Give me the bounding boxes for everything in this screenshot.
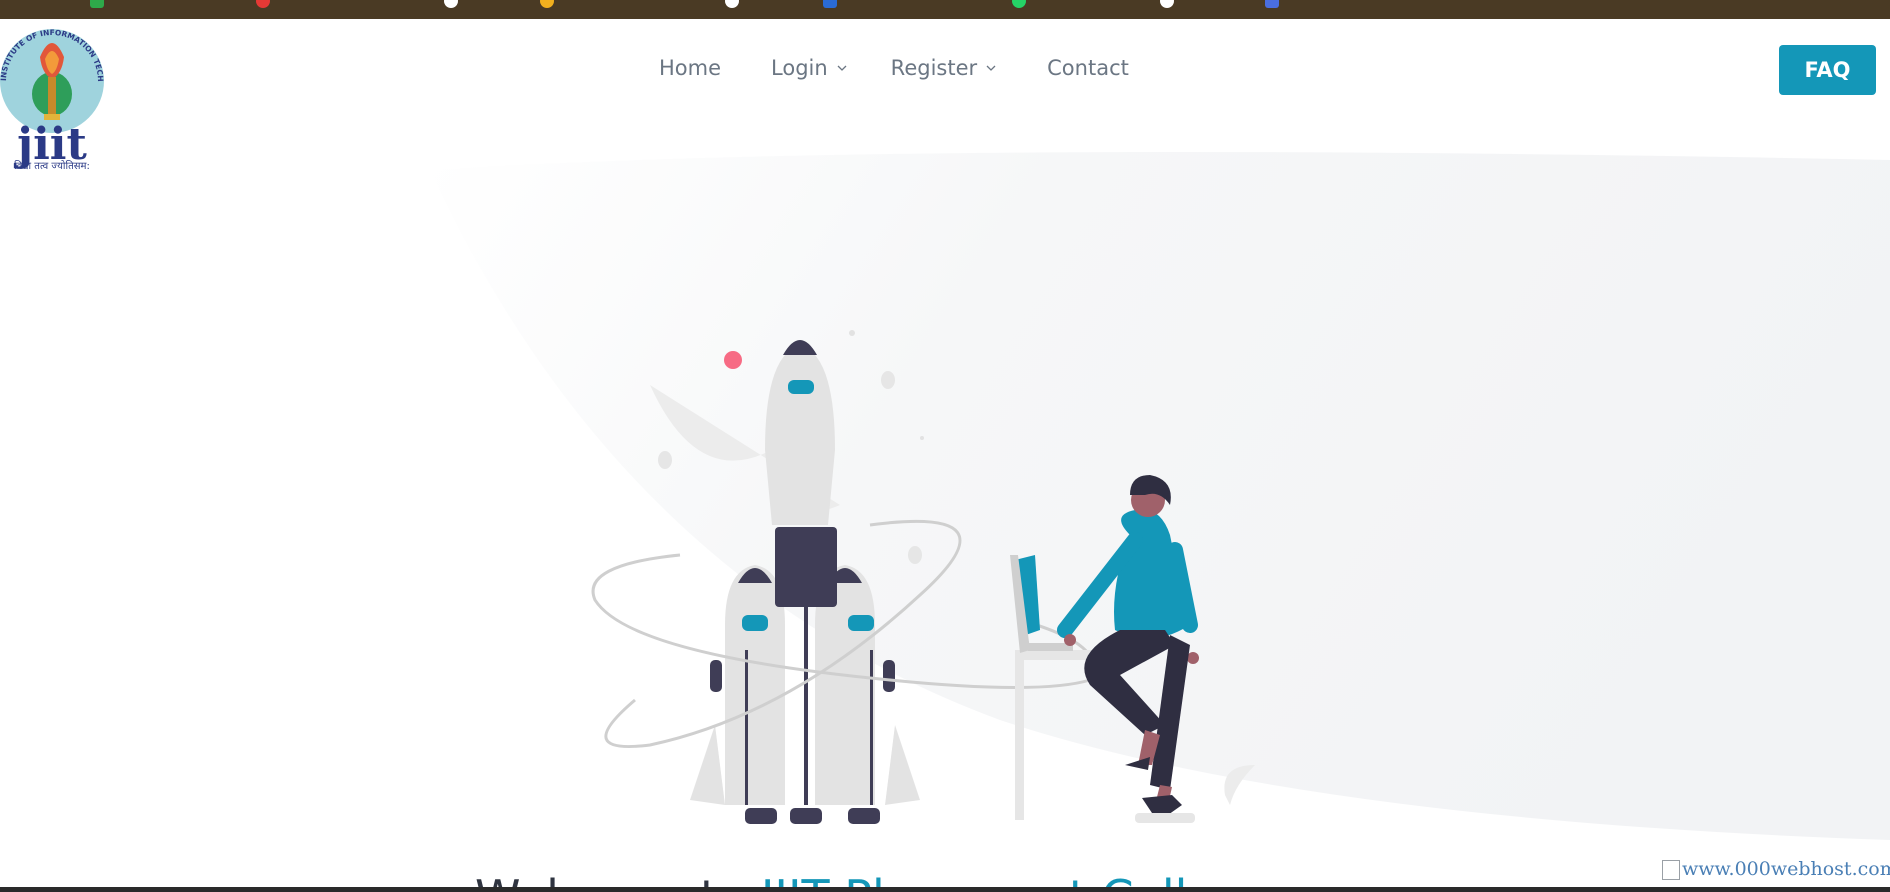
bookmark-icon[interactable] xyxy=(823,0,837,8)
broken-image-icon xyxy=(1662,860,1680,880)
rocket-launch-illustration xyxy=(591,330,1255,824)
main-navigation: Home Login Register Contact xyxy=(659,56,1129,80)
page-bottom-edge xyxy=(0,887,1890,892)
bookmark-icon[interactable] xyxy=(1160,0,1174,8)
bookmark-icon[interactable] xyxy=(1265,0,1279,8)
bookmark-icon[interactable] xyxy=(90,0,104,8)
nav-login-dropdown[interactable]: Login xyxy=(771,56,848,80)
nav-register-label: Register xyxy=(890,56,978,80)
webhost-badge-alt: www.000webhost.com xyxy=(1682,858,1890,880)
logo-motto: विद्या तत्व ज्योतिसम: xyxy=(14,160,90,172)
faq-button[interactable]: FAQ xyxy=(1779,45,1876,95)
bookmark-icon[interactable] xyxy=(1012,0,1026,8)
browser-bookmark-bar xyxy=(0,0,1890,19)
bookmark-icon[interactable] xyxy=(540,0,554,8)
bookmark-icon[interactable] xyxy=(444,0,458,8)
bookmark-icon[interactable] xyxy=(725,0,739,8)
nav-login-label: Login xyxy=(771,56,828,80)
chevron-down-icon xyxy=(837,65,847,71)
chevron-down-icon xyxy=(986,65,996,71)
bookmark-icon[interactable] xyxy=(256,0,270,8)
nav-home-label: Home xyxy=(659,56,722,80)
jiit-logo[interactable]: INSTITUTE OF INFORMATION TECHNOLOGY jiit… xyxy=(0,12,115,174)
nav-home-link[interactable]: Home xyxy=(659,56,721,80)
nav-contact-link[interactable]: Contact xyxy=(1047,56,1129,80)
nav-register-dropdown[interactable]: Register xyxy=(891,56,997,80)
nav-contact-label: Contact xyxy=(1047,56,1129,80)
